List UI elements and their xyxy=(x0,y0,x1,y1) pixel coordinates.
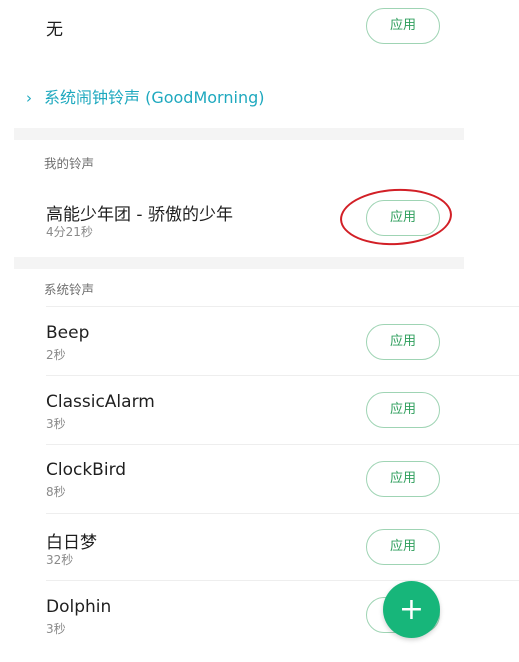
ringtone-duration: 3秒 xyxy=(46,417,66,431)
ringtone-row-none[interactable]: 无 应用 xyxy=(0,0,519,56)
ringtone-duration: 8秒 xyxy=(46,485,66,499)
ringtone-duration: 4分21秒 xyxy=(46,225,93,239)
ringtone-row-system-3[interactable]: 白日梦 32秒 应用 xyxy=(0,514,519,582)
ringtone-title: Dolphin xyxy=(46,597,112,617)
apply-button[interactable]: 应用 xyxy=(366,392,440,428)
ringtone-title: ClassicAlarm xyxy=(46,392,155,412)
ringtone-row-system-1[interactable]: ClassicAlarm 3秒 应用 xyxy=(0,376,519,444)
ringtone-settings-page: 无 应用 › 系统闹钟铃声 (GoodMorning) 我的铃声 高能少年团 - … xyxy=(0,0,519,662)
add-ringtone-button[interactable]: + xyxy=(383,581,440,638)
ringtone-row-system-2[interactable]: ClockBird 8秒 应用 xyxy=(0,445,519,513)
ringtone-row-system-4[interactable]: Dolphin 3秒 应用 xyxy=(0,581,519,662)
section-separator xyxy=(14,128,464,140)
ringtone-title: 白日梦 xyxy=(46,533,97,553)
current-alarm-link[interactable]: › 系统闹钟铃声 (GoodMorning) xyxy=(26,84,264,108)
apply-button[interactable]: 应用 xyxy=(366,461,440,497)
ringtone-title: 无 xyxy=(46,20,63,40)
section-header-system-ringtones: 系统铃声 xyxy=(44,282,95,297)
ringtone-title: ClockBird xyxy=(46,460,127,480)
apply-button[interactable]: 应用 xyxy=(366,529,440,565)
apply-button[interactable]: 应用 xyxy=(366,8,440,44)
ringtone-duration: 3秒 xyxy=(46,622,66,636)
section-separator xyxy=(14,257,464,269)
ringtone-duration: 32秒 xyxy=(46,553,74,567)
chevron-right-icon: › xyxy=(26,89,32,107)
plus-icon: + xyxy=(398,592,425,627)
ringtone-row-system-0[interactable]: Beep 2秒 应用 xyxy=(0,307,519,375)
current-alarm-text: 系统闹钟铃声 (GoodMorning) xyxy=(44,88,265,107)
ringtone-title: 高能少年团 - 骄傲的少年 xyxy=(46,205,233,225)
ringtone-title: Beep xyxy=(46,323,90,343)
ringtone-duration: 2秒 xyxy=(46,348,66,362)
section-header-my-ringtones: 我的铃声 xyxy=(44,156,95,171)
apply-button[interactable]: 应用 xyxy=(366,324,440,360)
